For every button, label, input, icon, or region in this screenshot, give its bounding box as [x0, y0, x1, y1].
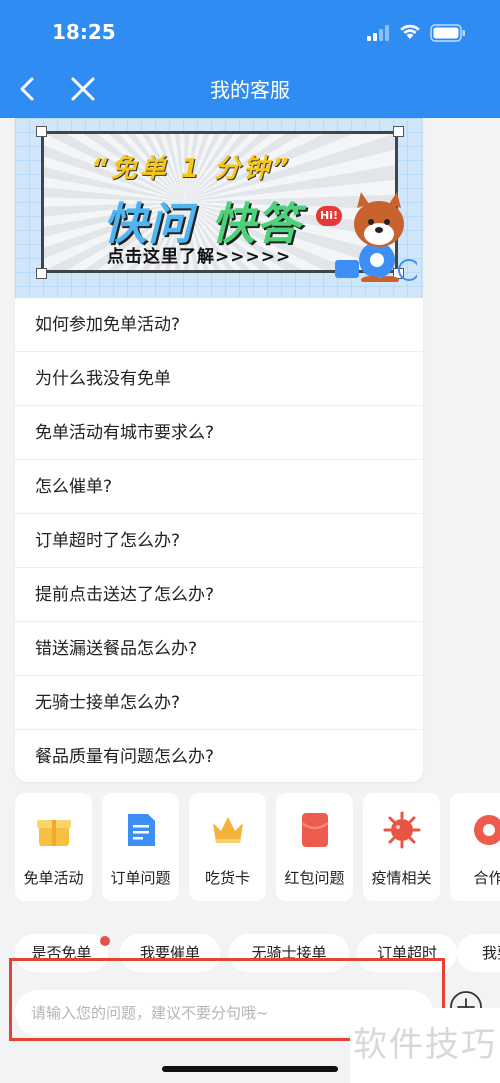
- quick-question-chips: 是否免单 我要催单 无骑士接单 订单超时 我要: [15, 934, 500, 974]
- promo-banner[interactable]: “免单 1 分钟” 快问 快答 点击这里了解>>>>> Hi!: [15, 118, 423, 298]
- faq-item[interactable]: 为什么我没有免单: [15, 352, 423, 406]
- shortcut-red-envelope[interactable]: 红包问题: [276, 793, 353, 901]
- resize-handle: [36, 268, 47, 279]
- shortcut-label: 疫情相关: [371, 869, 432, 887]
- chip-free-order[interactable]: 是否免单: [15, 934, 108, 972]
- virus-icon: [383, 811, 421, 849]
- faq-item[interactable]: 无骑士接单怎么办?: [15, 676, 423, 730]
- status-time: 18:25: [52, 20, 116, 44]
- faq-card: “免单 1 分钟” 快问 快答 点击这里了解>>>>> Hi! 如何参加免单活动…: [15, 118, 423, 782]
- shortcut-order-issue[interactable]: 订单问题: [102, 793, 179, 901]
- shortcut-label: 合作: [473, 869, 500, 887]
- faq-item[interactable]: 错送漏送餐品怎么办?: [15, 622, 423, 676]
- red-envelope-icon: [301, 813, 329, 847]
- shortcut-free-order[interactable]: 免单活动: [15, 793, 92, 901]
- faq-item[interactable]: 免单活动有城市要求么?: [15, 406, 423, 460]
- hi-badge: Hi!: [316, 206, 342, 226]
- banner-subline: 点击这里了解>>>>>: [107, 247, 292, 267]
- faq-item[interactable]: 订单超时了怎么办?: [15, 514, 423, 568]
- shortcut-label: 吃货卡: [204, 869, 250, 887]
- chip-no-rider[interactable]: 无骑士接单: [229, 934, 349, 972]
- battery-icon: [430, 24, 465, 42]
- cellular-signal-icon: [367, 25, 389, 41]
- dog-mascot-icon: [335, 192, 417, 282]
- shortcut-foodie-card[interactable]: 吃货卡: [189, 793, 266, 901]
- faq-item[interactable]: 怎么催单?: [15, 460, 423, 514]
- faq-list: 如何参加免单活动? 为什么我没有免单 免单活动有城市要求么? 怎么催单? 订单超…: [15, 298, 423, 782]
- bottom-input-area: 是否免单 我要催单 无骑士接单 订单超时 我要 请输入您的问题，建议不要分句哦~…: [0, 918, 500, 1083]
- cooperation-icon: [474, 815, 500, 845]
- back-icon[interactable]: [14, 72, 42, 106]
- status-bar: 18:25: [0, 0, 500, 64]
- crown-icon: [213, 817, 243, 843]
- notification-dot: [100, 936, 110, 946]
- shortcut-label: 免单活动: [23, 869, 84, 887]
- app-header: 18:25 我的客服: [0, 0, 500, 118]
- home-indicator: [162, 1066, 338, 1072]
- page-title: 我的客服: [210, 78, 290, 102]
- gift-icon: [37, 820, 71, 846]
- watermark: 软件技巧: [350, 1008, 500, 1083]
- faq-item[interactable]: 如何参加免单活动?: [15, 298, 423, 352]
- chip-more[interactable]: 我要: [457, 934, 500, 972]
- chip-order-timeout[interactable]: 订单超时: [357, 934, 457, 972]
- resize-handle: [36, 126, 47, 137]
- close-icon[interactable]: [68, 72, 98, 106]
- faq-item[interactable]: 餐品质量有问题怎么办?: [15, 730, 423, 782]
- wifi-icon: [400, 24, 420, 39]
- shortcut-label: 红包问题: [284, 869, 345, 887]
- chip-urge-order[interactable]: 我要催单: [120, 934, 220, 972]
- banner-quote: “免单 1 分钟”: [91, 154, 292, 184]
- resize-handle: [393, 126, 404, 137]
- faq-item[interactable]: 提前点击送达了怎么办?: [15, 568, 423, 622]
- shortcut-row: 免单活动 订单问题 吃货卡 红包问题 疫情相关 合作: [15, 793, 500, 901]
- document-icon: [128, 814, 155, 846]
- shortcut-cooperation[interactable]: 合作: [450, 793, 500, 901]
- shortcut-label: 订单问题: [110, 869, 171, 887]
- shortcut-epidemic[interactable]: 疫情相关: [363, 793, 440, 901]
